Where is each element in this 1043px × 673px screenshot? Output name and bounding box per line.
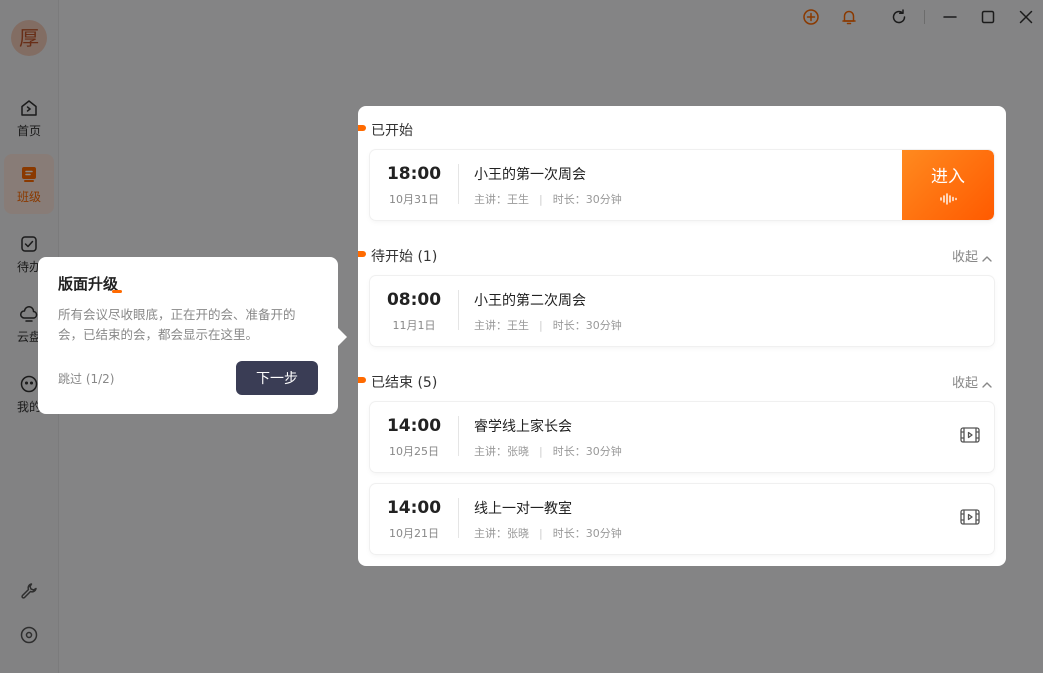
collapse-label: 收起 [951, 250, 978, 265]
meeting-date: 10月25日 [389, 445, 439, 458]
section-started-header: 已开始 [358, 120, 1006, 140]
chevron-up-icon [982, 256, 992, 262]
section-title: 已结束 (5) [371, 375, 438, 391]
meeting-card[interactable]: 08:00 11月1日 小王的第二次周会 主讲：王生 | 时长：30分钟 [370, 276, 994, 346]
meeting-meta: 主讲：王生 | 时长：30分钟 [474, 193, 622, 206]
tooltip-text: 所有会议尽收眼底，正在开的会、准备开的会，已结束的会，都会显示在这里。 [58, 307, 296, 342]
meeting-title: 小王的第一次周会 [474, 167, 586, 183]
meeting-host: 主讲：张晓 [474, 445, 529, 458]
enter-label: 进入 [931, 167, 965, 187]
meeting-duration: 时长：30分钟 [552, 193, 622, 206]
collapse-toggle[interactable]: 收起 [952, 246, 992, 265]
next-step-button[interactable]: 下一步 [236, 361, 318, 395]
meeting-date: 10月21日 [389, 527, 439, 540]
skip-link[interactable]: 跳过 (1/2) [58, 370, 115, 387]
divider [458, 416, 459, 456]
section-upcoming-header: 待开始 (1) 收起 [358, 246, 1006, 266]
video-replay-icon[interactable] [960, 508, 980, 526]
meeting-date: 10月31日 [389, 193, 439, 206]
meeting-time: 14:00 [386, 416, 442, 436]
meeting-card[interactable]: 14:00 10月21日 线上一对一教室 主讲：张晓 | 时长：30分钟 [370, 484, 994, 554]
meeting-meta: 主讲：张晓 | 时长：30分钟 [474, 527, 622, 540]
meeting-list-panel: 已开始 18:00 10月31日 小王的第一次周会 主讲：王生 | 时长：30分钟 … [358, 106, 1006, 566]
meeting-meta: 主讲：张晓 | 时长：30分钟 [474, 445, 622, 458]
chevron-up-icon [982, 382, 992, 388]
tooltip-arrow [338, 328, 347, 346]
meeting-title: 线上一对一教室 [474, 501, 572, 517]
section-title: 已开始 [371, 123, 413, 139]
meeting-time: 18:00 [386, 164, 442, 184]
meeting-date: 11月1日 [392, 319, 436, 332]
meeting-card[interactable]: 18:00 10月31日 小王的第一次周会 主讲：王生 | 时长：30分钟 进入 [370, 150, 994, 220]
meeting-host: 主讲：王生 [474, 193, 529, 206]
meeting-duration: 时长：30分钟 [552, 319, 622, 332]
section-marker [358, 377, 366, 383]
meeting-host: 主讲：王生 [474, 319, 529, 332]
divider [458, 498, 459, 538]
divider [458, 164, 459, 204]
collapse-toggle[interactable]: 收起 [952, 372, 992, 391]
meeting-duration: 时长：30分钟 [552, 445, 622, 458]
section-title: 待开始 (1) [371, 249, 438, 265]
tooltip-title: 版面升级 [58, 275, 123, 293]
meeting-title: 小王的第二次周会 [474, 293, 586, 309]
meeting-card[interactable]: 14:00 10月25日 睿学线上家长会 主讲：张晓 | 时长：30分钟 [370, 402, 994, 472]
collapse-label: 收起 [951, 376, 978, 391]
meeting-host: 主讲：张晓 [474, 527, 529, 540]
video-replay-icon[interactable] [960, 426, 980, 444]
section-marker [358, 125, 366, 131]
divider [458, 290, 459, 330]
meeting-duration: 时长：30分钟 [552, 527, 622, 540]
meeting-meta: 主讲：王生 | 时长：30分钟 [474, 319, 622, 332]
guide-tooltip: 版面升级 所有会议尽收眼底，正在开的会、准备开的会，已结束的会，都会显示在这里。… [38, 257, 347, 414]
meeting-title: 睿学线上家长会 [474, 419, 572, 435]
section-marker [358, 251, 366, 257]
section-ended-header: 已结束 (5) 收起 [358, 372, 1006, 392]
meeting-time: 14:00 [386, 498, 442, 518]
enter-meeting-button[interactable]: 进入 [902, 150, 994, 220]
meeting-time: 08:00 [386, 290, 442, 310]
audio-wave-icon [940, 193, 957, 205]
